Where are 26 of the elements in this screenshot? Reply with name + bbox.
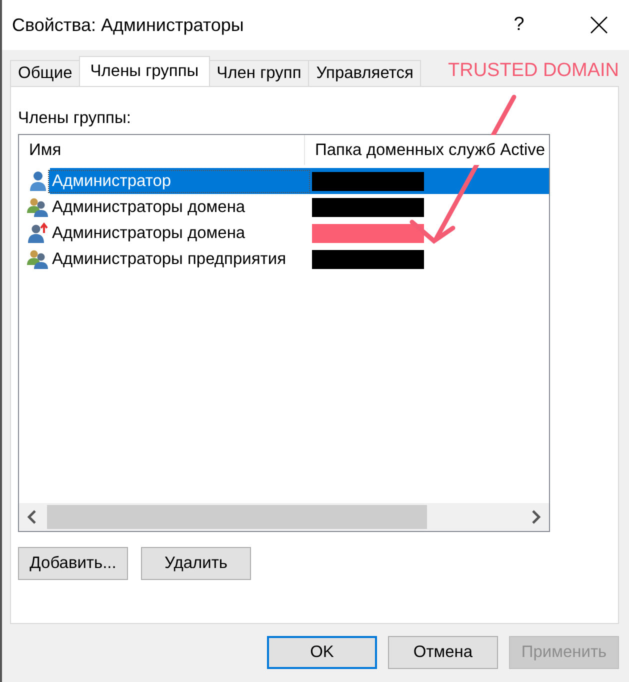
tab[interactable]: Общие	[10, 60, 80, 86]
annotation-label: TRUSTED DOMAIN	[448, 60, 619, 82]
users-icon	[27, 196, 49, 218]
user-icon	[27, 170, 49, 192]
users-icon	[27, 248, 49, 270]
add-button[interactable]: Добавить...	[18, 547, 128, 580]
member-name: Администраторы домена	[51, 196, 246, 218]
scroll-thumb[interactable]	[47, 505, 427, 529]
window-title: Свойства: Администраторы	[12, 14, 245, 36]
dialog-button[interactable]: Отмена	[388, 636, 498, 669]
remove-button[interactable]: Удалить	[141, 547, 251, 580]
close-icon	[590, 16, 608, 34]
member-name: Администраторы предприятия	[51, 248, 288, 270]
members-label: Члены группы:	[18, 109, 132, 128]
member-name: Администратор	[49, 170, 309, 192]
dialog-button[interactable]: OK	[267, 636, 377, 669]
tab[interactable]: Управляется	[308, 60, 422, 86]
member-name: Администраторы домена	[51, 222, 246, 244]
horizontal-scrollbar[interactable]	[19, 503, 549, 531]
member-row[interactable]: Администраторы домена	[19, 220, 549, 246]
member-row[interactable]: Администраторы домена	[19, 194, 549, 220]
help-button[interactable]: ?	[499, 14, 539, 36]
member-row[interactable]: Администраторы предприятия	[19, 246, 549, 272]
tab[interactable]: Члены группы	[79, 56, 210, 86]
user-arrow-icon	[27, 222, 49, 244]
members-list[interactable]: Имя Папка доменных служб Active Администратор Администраторы домена Администраторы домена Администраторы предприятия	[18, 134, 550, 532]
